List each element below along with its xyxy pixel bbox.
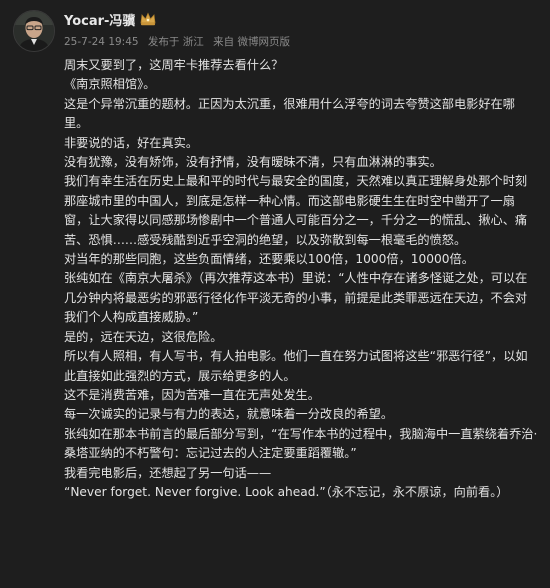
post-paragraph: 我们有幸生活在历史上最和平的时代与最安全的国度，天然难以真正理解身处那个时刻那座… xyxy=(64,174,528,247)
post-paragraph: 周末又要到了，这周牢卡推荐去看什么？ xyxy=(64,58,284,72)
post-paragraph: 这是个异常沉重的题材。正因为太沉重，很难用什么浮夸的词去夸赞这部电影好在哪里。 xyxy=(64,96,515,131)
post-paragraph: 张纯如在《南京大屠杀》（再次推荐这本书）里说：“人性中存在诸多怪诞之处，可以在几… xyxy=(64,271,528,325)
post-meta: 25-7-24 19:45 发布于 浙江 来自 微博网页版 xyxy=(64,34,296,49)
post-location: 发布于 浙江 xyxy=(147,36,204,48)
post-content: 周末又要到了，这周牢卡推荐去看什么？ 《南京照相馆》。 这是个异常沉重的题材。正… xyxy=(64,56,538,502)
post-header: Yocar-冯骥 25-7-24 19:45 发布于 浙江 来自 微博网页版 xyxy=(64,10,296,49)
post-paragraph: 这不是消费苦难，因为苦难一直在无声处发生。 xyxy=(64,387,320,402)
user-row: Yocar-冯骥 xyxy=(64,10,296,29)
post-paragraph: 所以有人照相，有人写书，有人拍电影。他们一直在努力试图将这些“邪恶行径”，以如此… xyxy=(64,349,528,383)
post-paragraph: 非要说的话，好在真实。 xyxy=(64,135,199,150)
post-paragraph: 每一次诚实的记录与有力的表达，就意味着一分改良的希望。 xyxy=(64,407,394,422)
weibo-post: Yocar-冯骥 25-7-24 19:45 发布于 浙江 来自 微博网页版 周… xyxy=(0,0,550,588)
post-paragraph: “Never forget. Never forgive. Look ahead… xyxy=(64,484,509,499)
post-paragraph: 是的，远在天边，这很危险。 xyxy=(64,329,223,344)
post-paragraph: 张纯如在那本书前言的最后部分写到，“在写作本书的过程中，我脑海中一直萦绕着乔治·… xyxy=(64,426,538,461)
post-source: 来自 微博网页版 xyxy=(213,36,290,48)
vip-crown-icon[interactable] xyxy=(139,11,157,27)
post-paragraph: 我看完电影后，还想起了另一句话—— xyxy=(64,465,272,480)
username-link[interactable]: Yocar-冯骥 xyxy=(64,10,135,29)
post-paragraph: 对当年的那些同胞，这些负面情绪，还要乘以100倍，1000倍，10000倍。 xyxy=(64,252,474,267)
user-avatar[interactable] xyxy=(13,10,55,52)
avatar-photo xyxy=(14,11,54,51)
post-paragraph: 《南京照相馆》。 xyxy=(64,77,156,92)
post-paragraph: 没有犹豫，没有矫饰，没有抒情，没有暧昧不清，只有血淋淋的事实。 xyxy=(64,155,442,170)
post-time-link[interactable]: 25-7-24 19:45 xyxy=(64,36,139,48)
